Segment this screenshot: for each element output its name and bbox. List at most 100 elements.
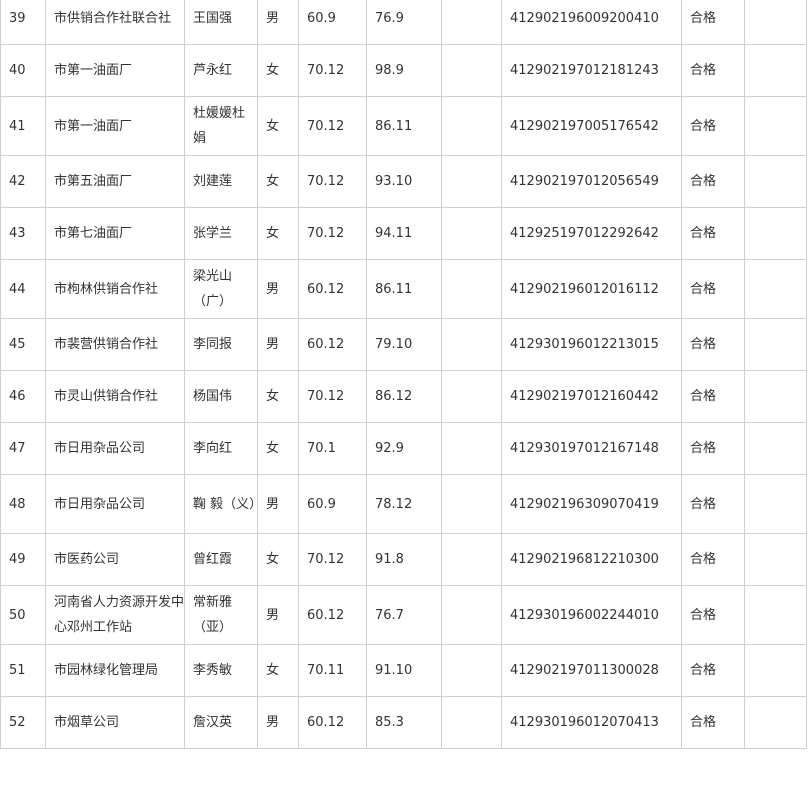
cell-gender: 女: [257, 533, 299, 586]
table-row: 42 市第五油面厂 刘建莲女 70.12 93.10 412902197012056549…: [0, 155, 807, 208]
cell-id-number: 412902196812210300: [501, 533, 682, 586]
cell-id-number: 412902196012016112: [501, 259, 682, 319]
cell-value-c: [441, 422, 502, 475]
cell-value-c: [441, 318, 502, 371]
cell-retirement-date: 60.9: [298, 474, 367, 534]
cell-person-name: 曾红霞: [184, 533, 258, 586]
retiree-table: 39 市供销合作社联合社 王国强男 60.9 76.9 41290219600920041…: [0, 0, 807, 749]
cell-work-unit: 市烟草公司: [45, 696, 185, 749]
cell-person-name: 李秀敏: [184, 644, 258, 697]
cell-id-number: 412930196002244010: [501, 585, 682, 645]
cell-row-number: 45: [0, 318, 46, 371]
cell-result: 合格: [681, 0, 745, 45]
cell-value-c: [441, 533, 502, 586]
cell-result: 合格: [681, 474, 745, 534]
cell-value-b: 78.12: [366, 474, 442, 534]
cell-row-number: 44: [0, 259, 46, 319]
cell-note: [744, 585, 807, 645]
table-row: 52 市烟草公司 詹汉英男 60.12 85.3 412930196012070413 合格: [0, 696, 807, 749]
cell-gender: 女: [257, 644, 299, 697]
cell-work-unit: 市医药公司: [45, 533, 185, 586]
cell-gender: 男: [257, 696, 299, 749]
cell-id-number: 412902197012056549: [501, 155, 682, 208]
cell-result: 合格: [681, 318, 745, 371]
cell-person-name: 芦永红: [184, 44, 258, 97]
cell-work-unit: 市灵山供销合作社: [45, 370, 185, 423]
cell-value-b: 92.9: [366, 422, 442, 475]
cell-gender: 女: [257, 422, 299, 475]
table-row: 45 市裴营供销合作社 李同报男 60.12 79.10 4129301960122130…: [0, 318, 807, 371]
cell-work-unit: 市枸林供销合作社: [45, 259, 185, 319]
cell-row-number: 40: [0, 44, 46, 97]
cell-work-unit: 市第七油面厂: [45, 207, 185, 260]
cell-retirement-date: 70.12: [298, 533, 367, 586]
cell-note: [744, 155, 807, 208]
cell-note: [744, 533, 807, 586]
table-body: 39 市供销合作社联合社 王国强男 60.9 76.9 41290219600920041…: [0, 0, 807, 749]
cell-value-b: 86.12: [366, 370, 442, 423]
cell-note: [744, 474, 807, 534]
cell-value-c: [441, 644, 502, 697]
table-row: 48 市日用杂品公司鞠 毅（义）男 60.9 78.12 412902196309070…: [0, 474, 807, 534]
cell-value-b: 93.10: [366, 155, 442, 208]
cell-result: 合格: [681, 370, 745, 423]
cell-retirement-date: 70.1: [298, 422, 367, 475]
cell-value-c: [441, 259, 502, 319]
cell-result: 合格: [681, 422, 745, 475]
cell-id-number: 412902197012181243: [501, 44, 682, 97]
cell-id-number: 412902196009200410: [501, 0, 682, 45]
cell-result: 合格: [681, 207, 745, 260]
cell-result: 合格: [681, 644, 745, 697]
cell-gender: 女: [257, 96, 299, 156]
cell-retirement-date: 70.12: [298, 370, 367, 423]
table-row: 51 市园林绿化管理局 李秀敏女 70.11 91.10 4129021970113000…: [0, 644, 807, 697]
cell-row-number: 41: [0, 96, 46, 156]
cell-retirement-date: 70.11: [298, 644, 367, 697]
cell-row-number: 50: [0, 585, 46, 645]
cell-work-unit: 市日用杂品公司: [45, 422, 185, 475]
cell-person-name: 李向红: [184, 422, 258, 475]
cell-gender: 女: [257, 370, 299, 423]
cell-gender: 男: [257, 318, 299, 371]
cell-person-name: 王国强: [184, 0, 258, 45]
cell-work-unit: 市园林绿化管理局: [45, 644, 185, 697]
cell-id-number: 412902197011300028: [501, 644, 682, 697]
table-row: 49 市医药公司 曾红霞女 70.12 91.8 412902196812210300 合格: [0, 533, 807, 586]
cell-work-unit: 市裴营供销合作社: [45, 318, 185, 371]
cell-work-unit: 市第一油面厂: [45, 44, 185, 97]
cell-value-b: 86.11: [366, 259, 442, 319]
cell-value-c: [441, 44, 502, 97]
cell-retirement-date: 70.12: [298, 207, 367, 260]
cell-person-name: 张学兰: [184, 207, 258, 260]
cell-gender: 男: [257, 585, 299, 645]
cell-note: [744, 207, 807, 260]
table-row: 41 市第一油面厂 杜媛媛杜娟女 70.12 86.11 4129021970051765…: [0, 96, 807, 156]
cell-row-number: 49: [0, 533, 46, 586]
cell-value-c: [441, 585, 502, 645]
cell-work-unit: 市第一油面厂: [45, 96, 185, 156]
cell-value-b: 79.10: [366, 318, 442, 371]
table-row: 46 市灵山供销合作社 杨国伟女 70.12 86.12 4129021970121604…: [0, 370, 807, 423]
cell-row-number: 52: [0, 696, 46, 749]
table-row: 47 市日用杂品公司 李向红女 70.1 92.9 412930197012167148 合…: [0, 422, 807, 475]
cell-retirement-date: 70.12: [298, 96, 367, 156]
cell-person-name: 李同报: [184, 318, 258, 371]
cell-value-c: [441, 474, 502, 534]
cell-result: 合格: [681, 533, 745, 586]
cell-row-number: 51: [0, 644, 46, 697]
cell-gender: 男: [257, 0, 299, 45]
cell-note: [744, 0, 807, 45]
cell-id-number: 412930196012213015: [501, 318, 682, 371]
cell-row-number: 42: [0, 155, 46, 208]
cell-value-b: 76.7: [366, 585, 442, 645]
cell-retirement-date: 60.12: [298, 259, 367, 319]
cell-row-number: 46: [0, 370, 46, 423]
cell-note: [744, 370, 807, 423]
cell-person-name: 鞠 毅（义）: [184, 474, 262, 534]
cell-value-b: 94.11: [366, 207, 442, 260]
cell-gender: 女: [257, 155, 299, 208]
cell-person-name: 杨国伟: [184, 370, 258, 423]
table-row: 40 市第一油面厂 芦永红女 70.12 98.9 412902197012181243 合…: [0, 44, 807, 97]
cell-id-number: 412930196012070413: [501, 696, 682, 749]
cell-value-b: 85.3: [366, 696, 442, 749]
